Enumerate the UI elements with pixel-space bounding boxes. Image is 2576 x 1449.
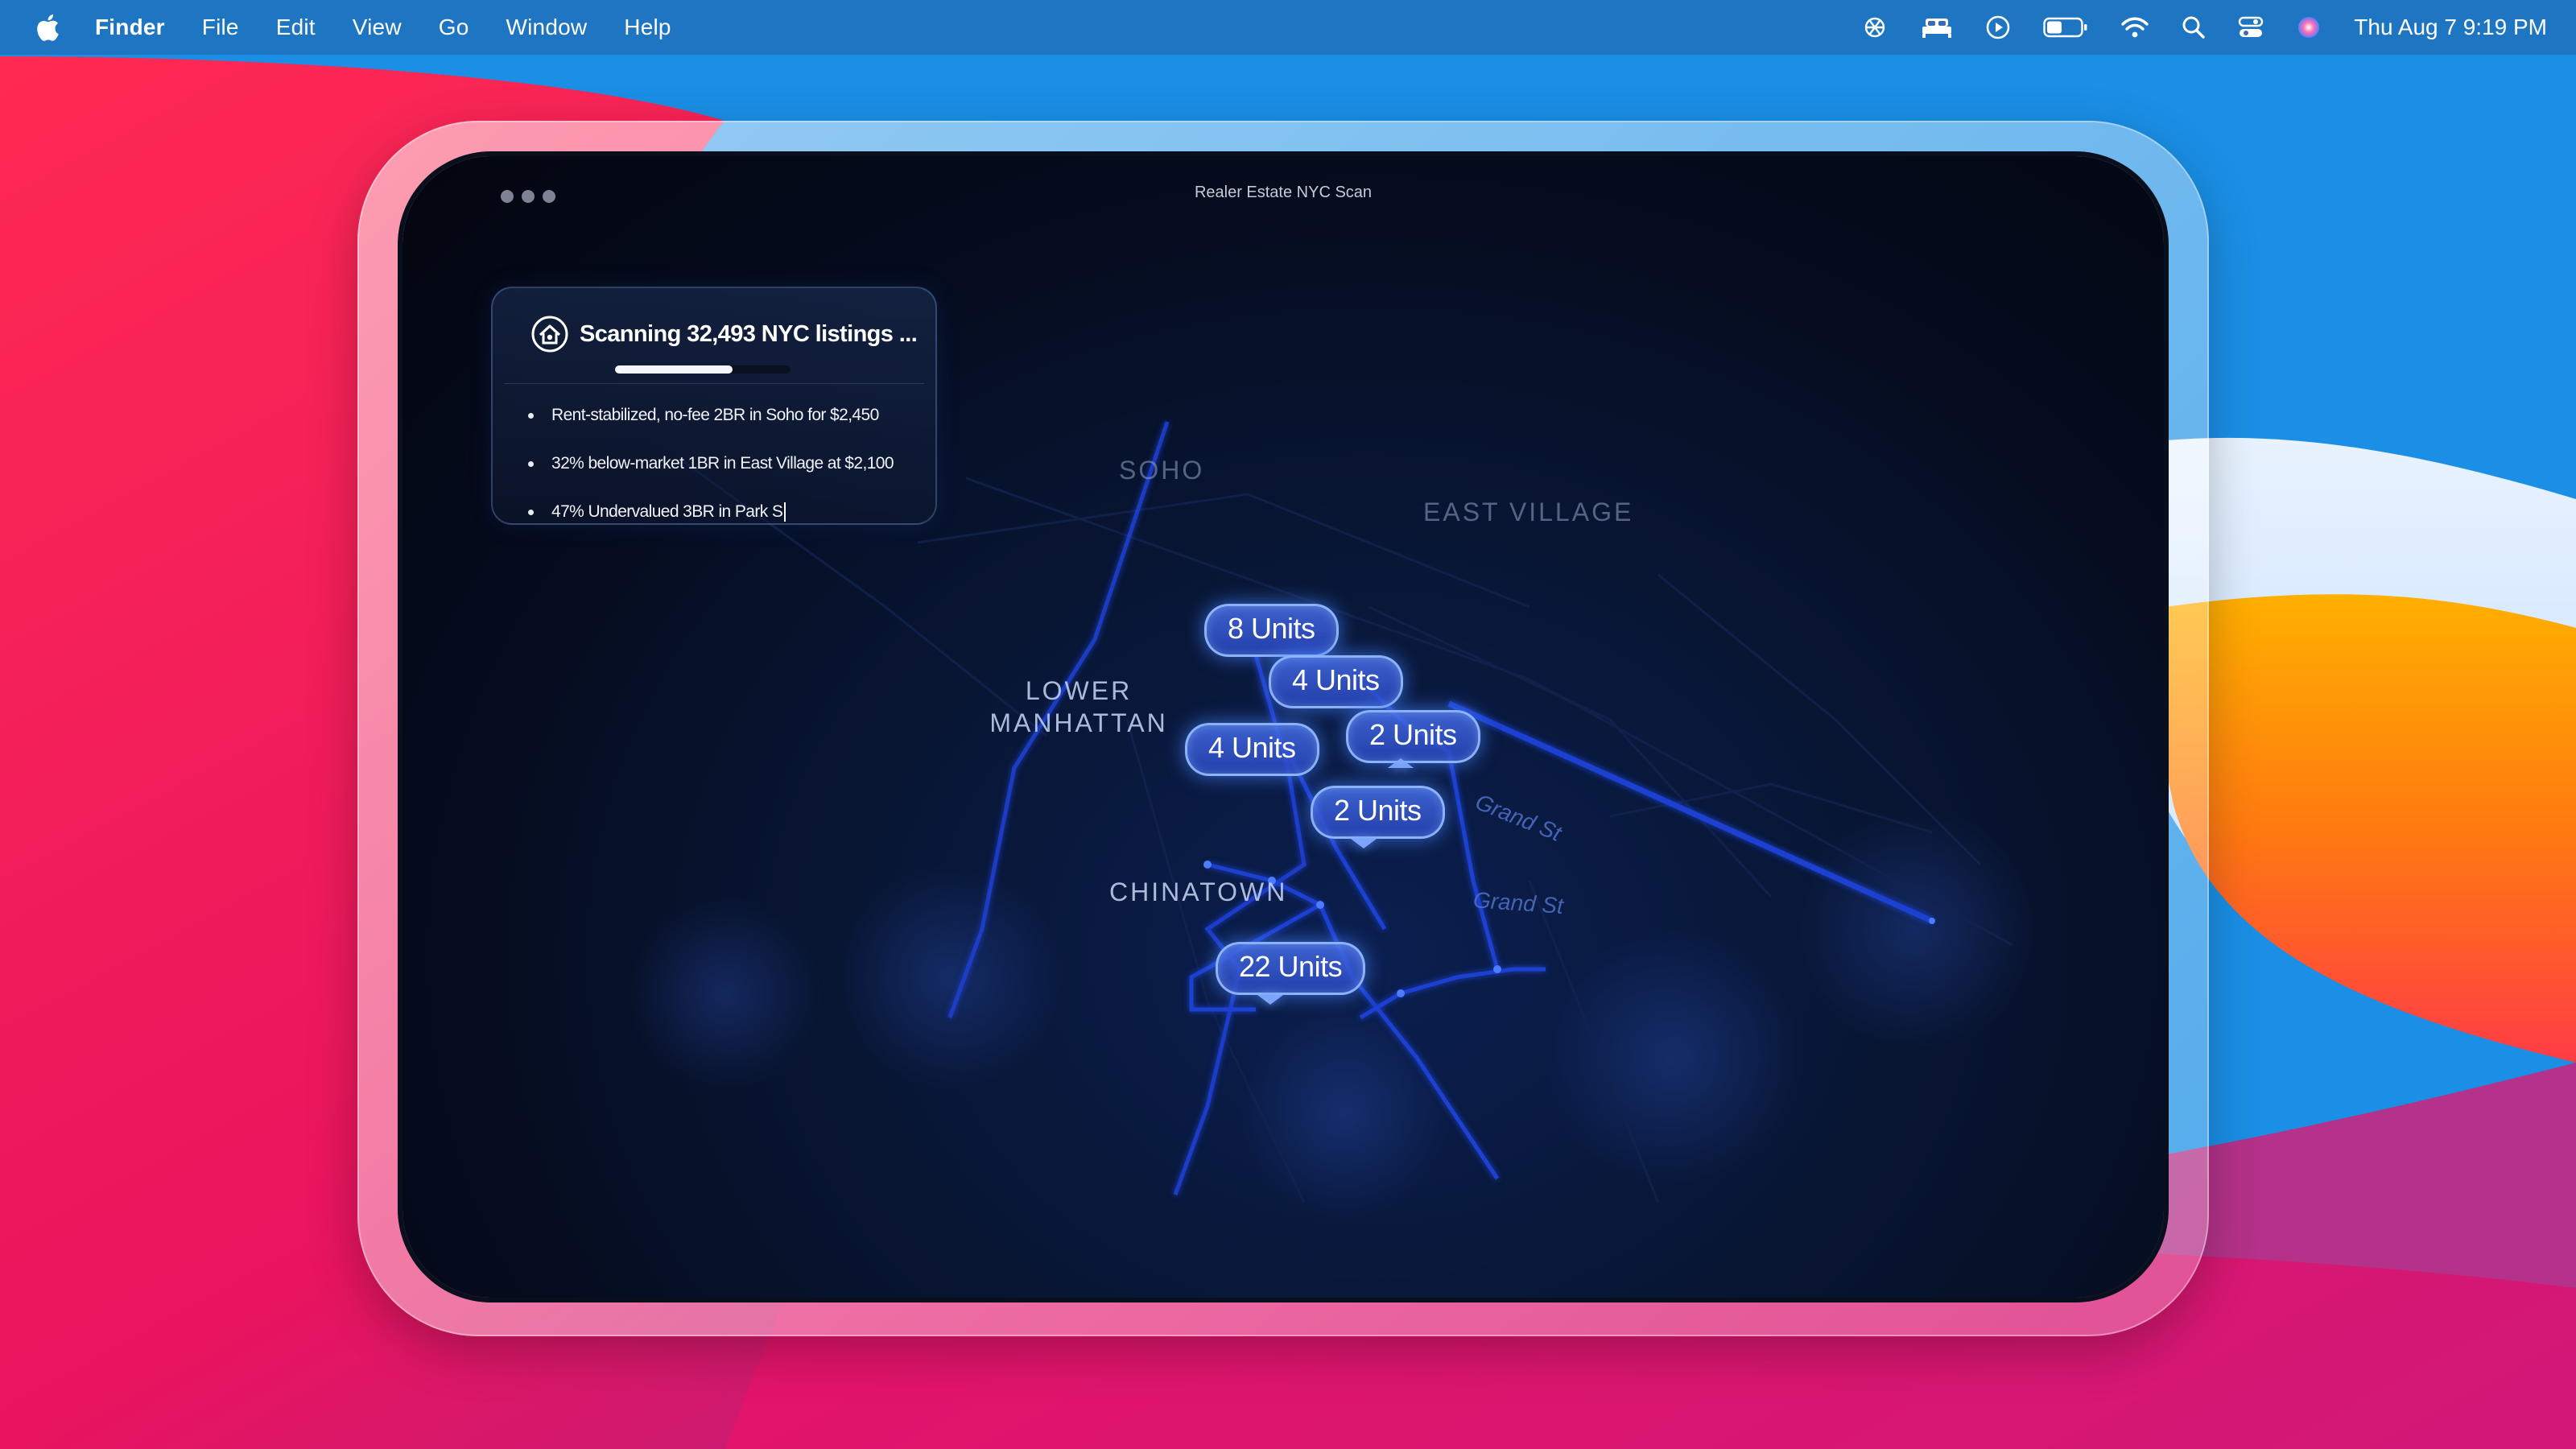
- battery-icon[interactable]: [2043, 17, 2088, 38]
- result-text: Rent-stabilized, no-fee 2BR in Soho for …: [551, 406, 879, 424]
- map-glow: [837, 865, 1063, 1090]
- list-item[interactable]: Rent-stabilized, no-fee 2BR in Soho for …: [528, 391, 894, 440]
- pin-pointer: [1388, 758, 1414, 768]
- result-text: 32% below-market 1BR in East Village at …: [551, 454, 894, 473]
- menubar-clock[interactable]: Thu Aug 7 9:19 PM: [2354, 14, 2547, 40]
- control-center-icon[interactable]: [2238, 15, 2264, 39]
- chatgpt-icon[interactable]: [1861, 14, 1889, 41]
- unit-pin[interactable]: 22 Units: [1216, 942, 1366, 995]
- result-text: 47% Undervalued 3BR in Park S: [551, 502, 783, 521]
- neighborhood-label-line: LOWER: [1025, 676, 1133, 705]
- apple-logo-icon[interactable]: [35, 14, 60, 41]
- scan-progress-fill: [615, 365, 733, 374]
- siri-icon[interactable]: [2296, 14, 2322, 40]
- map-glow: [628, 897, 821, 1090]
- list-item[interactable]: 32% below-market 1BR in East Village at …: [528, 440, 894, 488]
- menu-go[interactable]: Go: [439, 14, 469, 40]
- neighborhood-chinatown: CHINATOWN: [1109, 877, 1288, 906]
- app-window: Realer Estate NYC Scan SOHO EAST VILLAGE…: [402, 156, 2164, 1298]
- scan-title: Scanning 32,493 NYC listings ...: [580, 320, 918, 347]
- unit-pin[interactable]: 4 Units: [1185, 723, 1319, 776]
- map-glow: [1240, 1009, 1449, 1219]
- bed-icon[interactable]: [1921, 15, 1953, 39]
- menu-bar: Finder File Edit View Go Window Help Thu…: [0, 0, 2576, 55]
- menu-edit[interactable]: Edit: [276, 14, 316, 40]
- neighborhood-east-village: EAST VILLAGE: [1423, 497, 1634, 526]
- bullet: [528, 509, 534, 515]
- text-cursor: [784, 502, 786, 522]
- bullet: [528, 460, 534, 467]
- map-glow: [1546, 929, 1803, 1187]
- neighborhood-soho: SOHO: [1119, 456, 1205, 485]
- search-icon[interactable]: [2182, 15, 2206, 39]
- pin-pointer: [1257, 995, 1283, 1005]
- list-item[interactable]: 47% Undervalued 3BR in Park S: [528, 488, 894, 536]
- menu-window[interactable]: Window: [506, 14, 588, 40]
- divider: [504, 383, 924, 384]
- scan-panel: Scanning 32,493 NYC listings ... Rent-st…: [491, 287, 937, 525]
- bullet: [528, 412, 534, 419]
- unit-pin[interactable]: 8 Units: [1204, 604, 1339, 657]
- menu-app-finder[interactable]: Finder: [95, 14, 165, 40]
- menu-help[interactable]: Help: [624, 14, 671, 40]
- scan-progress-bar: [615, 365, 791, 374]
- play-icon[interactable]: [1985, 14, 2011, 40]
- neighborhood-lower-manhattan: LOWER MANHATTAN: [982, 675, 1175, 739]
- neighborhood-label-line: MANHATTAN: [989, 708, 1168, 737]
- scan-header: Scanning 32,493 NYC listings ...: [531, 316, 918, 353]
- window-title: Realer Estate NYC Scan: [1194, 184, 1373, 201]
- wifi-icon[interactable]: [2120, 16, 2149, 39]
- scan-results-list: Rent-stabilized, no-fee 2BR in Soho for …: [528, 391, 894, 536]
- unit-pin[interactable]: 2 Units: [1311, 786, 1445, 839]
- pin-pointer: [1351, 839, 1377, 848]
- menu-file[interactable]: File: [202, 14, 239, 40]
- menu-view[interactable]: View: [353, 14, 402, 40]
- unit-pin[interactable]: 4 Units: [1269, 655, 1403, 708]
- unit-pin[interactable]: 2 Units: [1346, 710, 1480, 763]
- house-icon: [531, 316, 568, 353]
